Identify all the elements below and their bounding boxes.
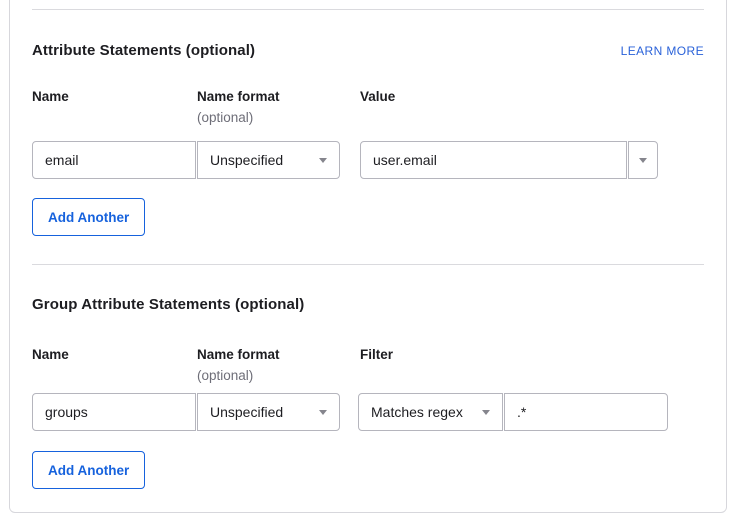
- group-name-format-column-label: Name format: [197, 346, 360, 363]
- attribute-statements-title: Attribute Statements (optional): [32, 41, 255, 60]
- chevron-down-icon: [319, 410, 327, 415]
- group-filter-value-input[interactable]: [504, 393, 668, 431]
- name-format-optional-label: (optional): [197, 109, 360, 127]
- group-name-input[interactable]: [32, 393, 196, 431]
- section-divider: [32, 9, 704, 10]
- group-name-format-select[interactable]: Unspecified: [197, 393, 340, 431]
- group-columns-header: Name Name format (optional) Filter: [32, 346, 704, 385]
- chevron-down-icon: [482, 410, 490, 415]
- group-name-format-value: Unspecified: [210, 404, 283, 420]
- group-name-format-optional-label: (optional): [197, 367, 360, 385]
- attribute-statement-row: Unspecified: [32, 141, 704, 179]
- chevron-down-icon: [319, 158, 327, 163]
- group-name-column-label: Name: [32, 346, 197, 363]
- group-attribute-statements-title: Group Attribute Statements (optional): [32, 295, 304, 314]
- add-another-attribute-button[interactable]: Add Another: [32, 198, 145, 236]
- settings-card: Attribute Statements (optional) LEARN MO…: [9, 0, 727, 513]
- group-filter-type-value: Matches regex: [371, 404, 463, 420]
- learn-more-link[interactable]: LEARN MORE: [621, 44, 704, 58]
- attribute-statements-header: Attribute Statements (optional) LEARN MO…: [32, 41, 704, 60]
- group-attribute-statements-header: Group Attribute Statements (optional): [32, 295, 704, 314]
- add-another-group-attribute-button[interactable]: Add Another: [32, 451, 145, 489]
- attribute-value-dropdown-button[interactable]: [628, 141, 658, 179]
- attribute-value-input[interactable]: [360, 141, 627, 179]
- name-format-column-label: Name format: [197, 88, 360, 105]
- chevron-down-icon: [639, 158, 647, 163]
- attribute-columns-header: Name Name format (optional) Value: [32, 88, 704, 127]
- filter-column-label: Filter: [360, 346, 704, 363]
- attribute-name-format-value: Unspecified: [210, 152, 283, 168]
- group-filter-type-select[interactable]: Matches regex: [358, 393, 503, 431]
- value-column-label: Value: [360, 88, 704, 105]
- attribute-name-input[interactable]: [32, 141, 196, 179]
- attribute-name-format-select[interactable]: Unspecified: [197, 141, 340, 179]
- name-column-label: Name: [32, 88, 197, 105]
- group-attribute-statement-row: Unspecified Matches regex: [32, 393, 704, 431]
- section-divider: [32, 264, 704, 265]
